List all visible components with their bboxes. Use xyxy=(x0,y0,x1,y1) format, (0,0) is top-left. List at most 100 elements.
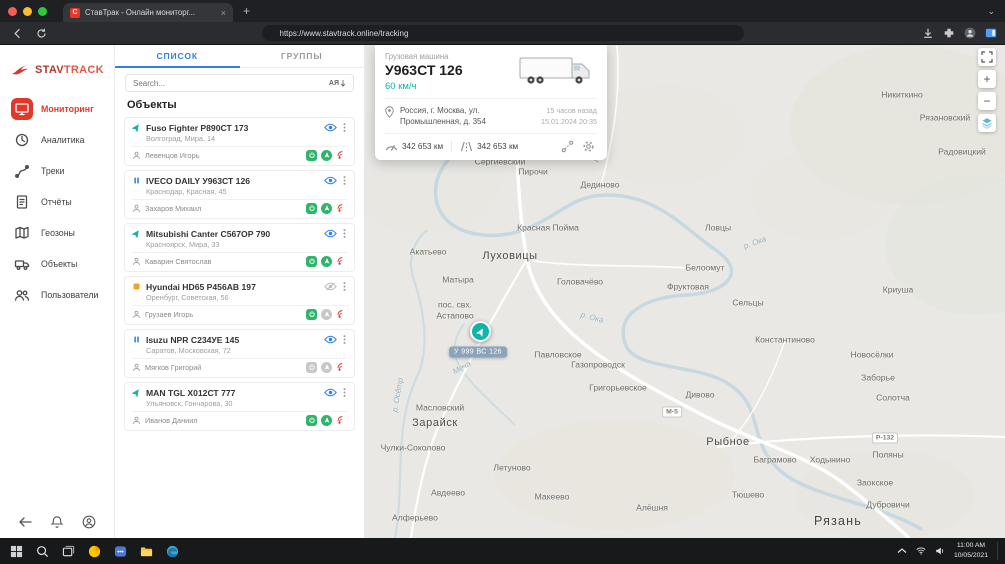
vehicle-card[interactable]: Isuzu NPR С234УЕ 145 Саратов, Московская… xyxy=(124,329,355,378)
vehicle-menu-icon[interactable] xyxy=(342,281,347,292)
edge-icon[interactable] xyxy=(166,545,179,558)
sidebar-item-analytics[interactable]: Аналитика xyxy=(0,124,114,155)
gps-status-icon xyxy=(321,309,332,320)
vehicle-map-marker[interactable] xyxy=(470,321,491,342)
marker-plate-label[interactable]: У 999 ВС 126 xyxy=(449,347,507,358)
chevron-up-icon[interactable] xyxy=(897,546,907,556)
search-input[interactable] xyxy=(133,79,325,88)
start-icon[interactable] xyxy=(10,545,23,558)
reload-icon[interactable] xyxy=(36,28,47,39)
minimize-window-button[interactable] xyxy=(23,7,32,16)
vehicle-status-icon xyxy=(132,123,141,132)
vehicle-name: Hyundai HD65 Р456АВ 197 xyxy=(146,282,319,292)
vehicle-menu-icon[interactable] xyxy=(342,334,347,345)
sort-az-button[interactable]: АЯ xyxy=(329,80,346,87)
app-logo[interactable]: STAVTRACK xyxy=(0,45,114,93)
mileage-value: 342 653 км xyxy=(477,142,518,151)
route-icon[interactable] xyxy=(559,140,576,153)
vehicle-menu-icon[interactable] xyxy=(342,122,347,133)
visibility-eye-icon[interactable] xyxy=(324,229,337,238)
sidebar-item-reports[interactable]: Отчёты xyxy=(0,186,114,217)
sidebar-item-monitoring[interactable]: Мониторинг xyxy=(0,93,114,124)
stavtrack-logo-icon xyxy=(10,60,30,80)
driver-icon xyxy=(132,310,141,319)
search-icon[interactable] xyxy=(36,545,49,558)
maximize-window-button[interactable] xyxy=(38,7,47,16)
browser-tab[interactable]: С СтавТрак - Онлайн мониторг... × xyxy=(63,3,233,22)
vehicle-card[interactable]: MAN TGL Х012СТ 777 Ульяновск, Гончарова,… xyxy=(124,382,355,431)
settings-gear-icon[interactable] xyxy=(580,140,597,153)
side-panel-icon[interactable] xyxy=(985,27,997,39)
layers-button[interactable] xyxy=(978,114,996,132)
vehicle-name: Mitsubishi Canter С567ОР 790 xyxy=(146,229,319,239)
clock-date: 10/05/2021 xyxy=(954,551,988,561)
profile-avatar[interactable] xyxy=(964,27,976,39)
vehicle-menu-icon[interactable] xyxy=(342,387,347,398)
back-icon[interactable] xyxy=(12,28,23,39)
firefox-icon[interactable] xyxy=(88,545,101,558)
sidebar: STAVTRACK Мониторинг Аналитика ТрекиОтчёты… xyxy=(0,45,115,538)
sidebar-item-label: Объекты xyxy=(41,259,77,269)
map-controls: +− xyxy=(978,48,996,132)
sidebar-item-geozones[interactable]: Геозоны xyxy=(0,217,114,248)
visibility-eye-icon[interactable] xyxy=(324,335,337,344)
collapse-back-icon[interactable] xyxy=(18,515,32,529)
profile-icon[interactable] xyxy=(82,515,96,529)
truck-image xyxy=(515,52,597,88)
show-desktop-strip[interactable] xyxy=(997,542,1001,560)
visibility-eye-icon[interactable] xyxy=(324,282,337,291)
vehicle-name: MAN TGL Х012СТ 777 xyxy=(146,388,319,398)
tab-list[interactable]: СПИСОК xyxy=(115,45,240,67)
wifi-icon[interactable] xyxy=(916,546,926,556)
zoom-out-button[interactable]: − xyxy=(978,92,996,110)
vehicle-menu-icon[interactable] xyxy=(342,228,347,239)
new-tab-button[interactable]: + xyxy=(243,4,250,18)
folder-icon[interactable] xyxy=(140,545,153,558)
sidebar-item-label: Геозоны xyxy=(41,228,75,238)
tabstrip-chevron-icon[interactable]: ⌄ xyxy=(987,6,995,17)
visibility-eye-icon[interactable] xyxy=(324,123,337,132)
sidebar-item-tracks[interactable]: Треки xyxy=(0,155,114,186)
sidebar-item-label: Аналитика xyxy=(41,135,85,145)
map-canvas[interactable]: НикиткиноРязановскийРадовицкийСергиевски… xyxy=(365,45,1005,538)
tab-close-icon[interactable]: × xyxy=(221,8,226,18)
vehicle-status-icon xyxy=(132,335,141,344)
task-view-icon[interactable] xyxy=(62,545,75,558)
vehicle-card[interactable]: Mitsubishi Canter С567ОР 790 Красноярск,… xyxy=(124,223,355,272)
site-favicon-icon: С xyxy=(70,8,80,18)
volume-icon[interactable] xyxy=(935,546,945,556)
vehicle-card[interactable]: IVECO DAILY У963СТ 126 Краснодар, Красна… xyxy=(124,170,355,219)
extensions-icon[interactable] xyxy=(943,27,955,39)
objects-icon xyxy=(11,253,33,275)
tab-groups[interactable]: ГРУППЫ xyxy=(240,45,365,67)
driver-icon xyxy=(132,257,141,266)
notifications-bell-icon[interactable] xyxy=(50,515,64,529)
ignition-status-icon xyxy=(306,256,317,267)
close-window-button[interactable] xyxy=(8,7,17,16)
vehicle-status-icon xyxy=(132,388,141,397)
driver-name: Левенцов Игорь xyxy=(145,151,302,160)
vehicle-address: Саратов, Московская, 72 xyxy=(132,346,347,359)
visibility-eye-icon[interactable] xyxy=(324,176,337,185)
visibility-eye-icon[interactable] xyxy=(324,388,337,397)
driver-name: Каварин Святослав xyxy=(145,257,302,266)
vehicle-menu-icon[interactable] xyxy=(342,175,347,186)
taskbar-clock[interactable]: 11:00 AM 10/05/2021 xyxy=(954,541,988,561)
chat-icon[interactable] xyxy=(114,545,127,558)
screen: С СтавТрак - Онлайн мониторг... × + ⌄ ht… xyxy=(0,0,1005,564)
url-bar[interactable]: https://www.stavtrack.online/tracking xyxy=(262,25,744,41)
driver-name: Иванов Даниил xyxy=(145,416,302,425)
vehicle-card[interactable]: Hyundai HD65 Р456АВ 197 Оренбург, Советс… xyxy=(124,276,355,325)
zoom-in-button[interactable]: + xyxy=(978,70,996,88)
logo-text-track: TRACK xyxy=(64,64,104,76)
sidebar-item-objects[interactable]: Объекты xyxy=(0,248,114,279)
sidebar-item-label: Мониторинг xyxy=(41,104,94,114)
vehicle-card[interactable]: Fuso Fighter Р890СТ 173 Волгоград, Мира,… xyxy=(124,117,355,166)
tab-title: СтавТрак - Онлайн мониторг... xyxy=(85,8,216,17)
vehicle-address: Ульяновск, Гончарова, 30 xyxy=(132,399,347,412)
stavtrack-app: STAVTRACK Мониторинг Аналитика ТрекиОтчёты… xyxy=(0,45,1005,538)
sidebar-item-users[interactable]: Пользователи xyxy=(0,279,114,310)
satellite-alert-icon xyxy=(336,256,347,267)
download-icon[interactable] xyxy=(922,27,934,39)
fullscreen-button[interactable] xyxy=(978,48,996,66)
